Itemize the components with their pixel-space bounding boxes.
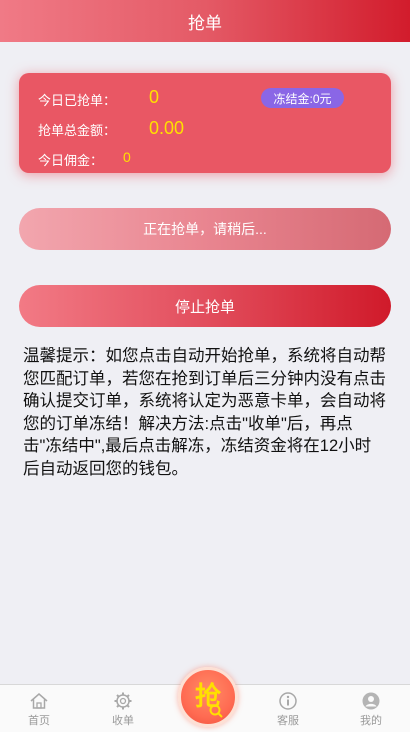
today-commission-label: 今日佣金： [38,153,104,168]
home-icon [30,693,48,709]
user-icon [362,692,380,710]
today-commission-value: 0 [123,149,131,165]
tab-collect[interactable]: 收单 [93,685,153,732]
search-icon [209,704,223,718]
today-grabbed-label: 今日已抢单： [38,93,117,108]
grab-status-button[interactable]: 正在抢单，请稍后... [19,208,391,250]
today-grabbed-value: 0 [149,87,160,107]
tab-collect-label: 收单 [112,715,134,727]
tab-home[interactable]: 首页 [9,685,69,732]
info-icon [279,692,297,710]
tab-service-label: 客服 [277,715,299,727]
tab-mine-label: 我的 [360,715,382,727]
gear-icon [114,692,132,710]
header: 抢单 [0,0,410,42]
page-title: 抢单 [188,13,222,33]
frozen-badge[interactable]: 冻结金:0元 [261,88,344,108]
tab-service[interactable]: 客服 [258,685,318,732]
grab-fab-button[interactable]: 抢 [178,667,238,727]
stats-card: 今日已抢单： 0 冻结金:0元 抢单总金额： 0.00 今日佣金： 0 [19,73,391,173]
total-amount-value: 0.00 [149,118,185,138]
tab-mine[interactable]: 我的 [341,685,401,732]
stop-grab-button[interactable]: 停止抢单 [19,285,391,327]
tab-home-label: 首页 [28,715,50,727]
total-amount-label: 抢单总金额： [38,123,117,138]
tip-text: 温馨提示：如您点击自动开始抢单，系统将自动帮您匹配订单，若您在抢到订单后三分钟内… [23,347,386,478]
